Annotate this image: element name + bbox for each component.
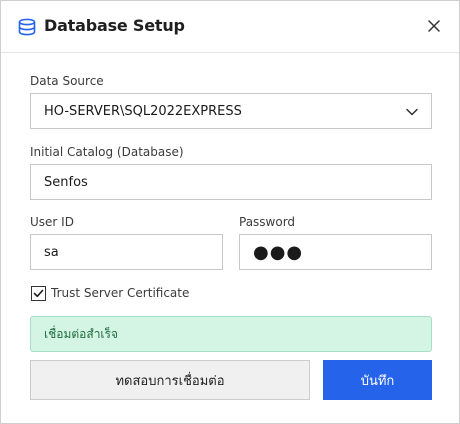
user-id-label: User ID	[30, 215, 74, 229]
close-button[interactable]	[423, 15, 445, 37]
initial-catalog-label: Initial Catalog (Database)	[30, 145, 184, 159]
password-input[interactable]: ●●●	[239, 234, 432, 270]
connection-status-banner: เชื่อมต่อสำเร็จ	[30, 316, 432, 352]
test-connection-button[interactable]: ทดสอบการเชื่อมต่อ	[30, 360, 310, 400]
dialog-title: Database Setup	[44, 16, 185, 35]
data-source-select[interactable]: HO-SERVER\SQL2022EXPRESS	[30, 93, 432, 129]
save-button[interactable]: บันทึก	[323, 360, 432, 400]
trust-certificate-checkbox[interactable]	[31, 285, 46, 301]
chevron-down-icon	[406, 108, 418, 116]
database-icon	[17, 17, 37, 37]
initial-catalog-input[interactable]: Senfos	[30, 164, 432, 200]
password-masked-value: ●●●	[253, 241, 304, 263]
connection-status-message: เชื่อมต่อสำเร็จ	[44, 326, 119, 341]
data-source-label: Data Source	[30, 74, 104, 88]
database-setup-dialog: Database Setup Data Source HO-SERVER\SQL…	[0, 0, 460, 424]
close-icon	[428, 20, 440, 32]
dialog-titlebar: Database Setup	[1, 1, 459, 53]
trust-certificate-label: Trust Server Certificate	[51, 286, 190, 300]
user-id-input[interactable]: sa	[30, 234, 223, 270]
data-source-value: HO-SERVER\SQL2022EXPRESS	[44, 103, 242, 119]
trust-certificate-row: Trust Server Certificate	[31, 285, 189, 301]
password-label: Password	[239, 215, 296, 229]
user-id-value: sa	[44, 244, 59, 260]
test-connection-label: ทดสอบการเชื่อมต่อ	[115, 373, 225, 389]
save-label: บันทึก	[360, 373, 395, 389]
initial-catalog-value: Senfos	[44, 174, 88, 190]
checkmark-icon	[33, 289, 44, 297]
